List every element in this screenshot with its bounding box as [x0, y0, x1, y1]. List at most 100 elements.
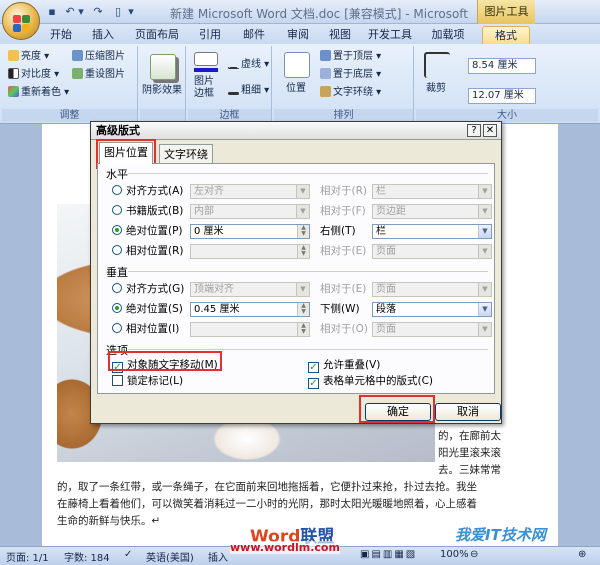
allow-overlap-checkbox[interactable]: ✓ 允许重叠(V) [308, 358, 380, 373]
v-absolute-radio[interactable]: 绝对位置(S) [112, 302, 183, 316]
h-relative-relative-select[interactable]: 页面 ▼ [372, 244, 492, 259]
h-book-layout-radio[interactable]: 书籍版式(B) [112, 204, 183, 218]
tab-picture-position[interactable]: 图片位置 [99, 142, 153, 164]
v-relative-relative-label: 相对于(O) [320, 323, 368, 335]
position-button[interactable]: 位置 [286, 82, 306, 96]
shadow-effects-button[interactable]: 阴影效果 [142, 84, 182, 98]
view-buttons-icon[interactable]: ▣▤▥▦▧ [360, 549, 417, 560]
border-color-swatch [194, 68, 218, 72]
h-book-layout-select[interactable]: 内部 ▼ [190, 204, 310, 219]
v-absolute-relative-select[interactable]: 段落 ▼ [372, 302, 492, 317]
tab-mailings[interactable]: 邮件 [240, 26, 268, 44]
office-button[interactable] [2, 2, 40, 40]
word-count[interactable]: 字数: 184 [64, 549, 110, 564]
tab-insert[interactable]: 插入 [88, 26, 118, 44]
spinner-arrows-icon[interactable]: ▲ ▼ [297, 245, 309, 258]
chevron-down-icon: ▼ [478, 185, 491, 198]
language-status[interactable]: 英语(美国) [146, 549, 194, 564]
divider [128, 271, 488, 272]
bring-to-front-button[interactable]: 置于顶层 ▾ [320, 50, 381, 64]
h-relative-radio[interactable]: 相对位置(R) [112, 244, 184, 258]
tab-references[interactable]: 引用 [196, 26, 224, 44]
contrast-button[interactable]: 对比度 ▾ [8, 68, 59, 82]
compress-pictures-button[interactable]: 压缩图片 [72, 50, 125, 64]
width-spinner[interactable]: 12.07 厘米 [468, 88, 536, 104]
redo-icon[interactable]: ↷ [90, 4, 106, 20]
crop-icon[interactable] [424, 52, 450, 78]
lock-anchor-checkbox[interactable]: 锁定标记(L) [112, 374, 183, 388]
crop-button[interactable]: 裁剪 [426, 82, 446, 96]
word-window: ▪ ↶ ▾ ↷ ▯ ▾ 新建 Microsoft Word 文档.doc [兼容… [0, 0, 600, 565]
close-button[interactable]: ✕ [483, 124, 497, 137]
recolor-button[interactable]: 重新着色 ▾ [8, 86, 69, 100]
save-icon[interactable]: ▪ [44, 4, 60, 20]
insert-mode[interactable]: 插入 [208, 549, 228, 564]
v-alignment-radio[interactable]: 对齐方式(G) [112, 282, 184, 296]
doc-text-right: 阳光里滚来滚 [438, 447, 501, 459]
v-absolute-relative-label: 下侧(W) [320, 303, 360, 315]
spinner-arrows-icon[interactable]: ▲ ▼ [297, 323, 309, 336]
new-document-icon[interactable]: ▯ [110, 4, 126, 20]
reset-picture-button[interactable]: 重设图片 [72, 68, 125, 82]
undo-dropdown-icon[interactable]: ▾ [76, 4, 86, 20]
arrange-group: 位置 置于顶层 ▾ 置于底层 ▾ 文字环绕 ▾ 排列 [274, 46, 414, 122]
zoom-level[interactable]: 100% [440, 549, 469, 560]
size-group: 裁剪 8.54 厘米 12.07 厘米 大小 [416, 46, 598, 122]
chevron-down-icon: ▼ [478, 303, 491, 316]
help-button[interactable]: ? [467, 124, 481, 137]
tab-text-wrapping[interactable]: 文字环绕 [159, 144, 213, 164]
v-alignment-relative-select[interactable]: 页面 ▼ [372, 282, 492, 297]
send-to-back-button[interactable]: 置于底层 ▾ [320, 68, 381, 82]
weight-button[interactable]: 粗细 ▾ [228, 84, 269, 98]
doc-text-right: 去。三妹常常 [438, 464, 501, 476]
shadow-effects-icon[interactable] [150, 54, 176, 80]
h-alignment-relative-select[interactable]: 栏 ▼ [372, 184, 492, 199]
chevron-down-icon: ▼ [478, 283, 491, 296]
zoom-out-icon[interactable]: ⊖ [470, 549, 478, 560]
proofing-icon[interactable]: ✓ [124, 549, 132, 560]
v-relative-radio[interactable]: 相对位置(I) [112, 322, 179, 336]
position-icon[interactable] [284, 52, 310, 78]
v-relative-spinner[interactable]: ▲ ▼ [190, 322, 310, 337]
brightness-button[interactable]: 亮度 ▾ [8, 50, 49, 64]
text-wrapping-button[interactable]: 文字环绕 ▾ [320, 86, 381, 100]
h-alignment-select[interactable]: 左对齐 ▼ [190, 184, 310, 199]
picture-border-icon[interactable] [194, 52, 218, 66]
v-alignment-select[interactable]: 顶端对齐 ▼ [190, 282, 310, 297]
h-absolute-radio[interactable]: 绝对位置(P) [112, 224, 183, 238]
checkbox-checked-icon: ✓ [308, 362, 319, 373]
tab-view[interactable]: 视图 [326, 26, 354, 44]
page-count[interactable]: 页面: 1/1 [6, 549, 49, 564]
advanced-layout-dialog: 高级版式 ? ✕ 图片位置 文字环绕 水平 对齐方式(A) 左对齐 ▼ 相对于(R… [90, 121, 502, 424]
spinner-arrows-icon[interactable]: ▲ ▼ [297, 225, 309, 238]
h-relative-spinner[interactable]: ▲ ▼ [190, 244, 310, 259]
send-back-icon [320, 68, 331, 79]
tab-review[interactable]: 审阅 [284, 26, 312, 44]
radio-icon [112, 323, 122, 333]
cancel-button[interactable]: 取消 [435, 403, 501, 421]
tab-home[interactable]: 开始 [44, 26, 78, 44]
h-book-relative-select[interactable]: 页边距 ▼ [372, 204, 492, 219]
dashes-button[interactable]: 虚线 ▾ [228, 58, 269, 72]
zoom-in-icon[interactable]: ⊕ [578, 549, 586, 560]
tab-addins[interactable]: 加载项 [428, 26, 468, 44]
checkbox-icon [112, 375, 123, 386]
radio-icon [112, 245, 122, 255]
picture-tools-header: 图片工具 [477, 0, 535, 24]
ribbon-tabs: 开始 插入 页面布局 引用 邮件 审阅 视图 开发工具 加载项 格式 [0, 24, 600, 44]
tab-page-layout[interactable]: 页面布局 [130, 26, 184, 44]
v-relative-relative-select[interactable]: 页面 ▼ [372, 322, 492, 337]
layout-in-cell-checkbox[interactable]: ✓ 表格单元格中的版式(C) [308, 374, 433, 389]
tab-format[interactable]: 格式 [482, 26, 530, 44]
v-absolute-spinner[interactable]: 0.45 厘米 ▲ ▼ [190, 302, 310, 317]
weight-icon [228, 92, 239, 95]
h-alignment-radio[interactable]: 对齐方式(A) [112, 184, 183, 198]
h-absolute-relative-select[interactable]: 栏 ▼ [372, 224, 492, 239]
spinner-arrows-icon[interactable]: ▲ ▼ [297, 303, 309, 316]
doc-text-line: 生命的新鲜与快乐。↵ [57, 515, 161, 527]
height-spinner[interactable]: 8.54 厘米 [468, 58, 536, 74]
h-absolute-spinner[interactable]: 0 厘米 ▲ ▼ [190, 224, 310, 239]
picture-border-button[interactable]: 图片 边框 [194, 76, 214, 100]
tab-developer[interactable]: 开发工具 [366, 26, 414, 44]
qat-customize-icon[interactable]: ▾ [126, 4, 136, 20]
